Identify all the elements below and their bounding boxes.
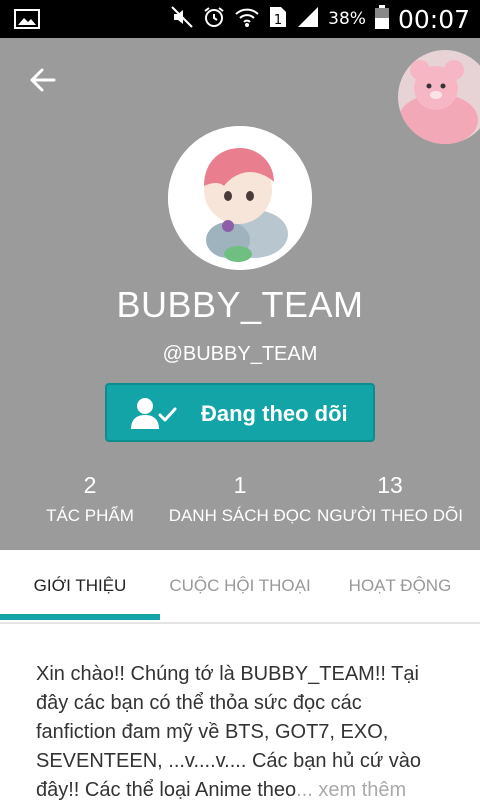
back-arrow-icon [28, 66, 56, 99]
stat-works-label: TÁC PHẨM [46, 506, 134, 525]
clock: 00:07 [397, 4, 470, 34]
stat-works-value: 2 [83, 472, 97, 498]
profile-header: BUBBY_TEAM @BUBBY_TEAM Đang theo dõi 2 T… [0, 38, 480, 550]
battery-percent: 38% [328, 9, 366, 29]
status-bar: 1 38% 00:07 [0, 0, 480, 38]
following-button-label: Đang theo dõi [201, 401, 348, 426]
stat-reading-list-label: DANH SÁCH ĐỌC [168, 506, 312, 525]
stat-followers-value: 13 [377, 472, 403, 498]
alarm-icon [202, 5, 226, 34]
profile-username: BUBBY_TEAM [116, 284, 364, 325]
current-user-avatar[interactable] [398, 50, 480, 144]
following-button[interactable]: Đang theo dõi [105, 383, 375, 442]
tab-about[interactable]: GIỚI THIỆU [0, 550, 160, 622]
sim-icon: 1 [268, 5, 288, 34]
stat-reading-list[interactable]: 1 DANH SÁCH ĐỌC [160, 472, 320, 526]
profile-avatar [168, 126, 312, 270]
stat-reading-list-value: 1 [233, 472, 247, 498]
svg-text:1: 1 [274, 13, 282, 28]
tabs-divider [0, 622, 480, 624]
tab-conversations[interactable]: CUỘC HỘI THOẠI [160, 550, 320, 622]
about-section: Xin chào!! Chúng tớ là BUBBY_TEAM!! Tại … [36, 660, 446, 800]
read-more-link[interactable]: ... xem thêm [296, 779, 406, 800]
tab-activity[interactable]: HOẠT ĐỘNG [320, 550, 480, 622]
battery-icon [374, 4, 390, 35]
stat-works[interactable]: 2 TÁC PHẨM [10, 472, 170, 526]
status-icons: 1 38% 00:07 [162, 0, 470, 38]
signal-icon [296, 5, 320, 34]
stat-followers-label: NGƯỜI THEO DÕI [317, 506, 463, 525]
back-button[interactable] [22, 62, 62, 102]
image-icon [14, 9, 40, 29]
wifi-icon [234, 5, 260, 34]
profile-handle: @BUBBY_TEAM [162, 343, 318, 365]
user-check-icon [131, 397, 177, 429]
mute-icon [170, 5, 194, 34]
stat-followers[interactable]: 13 NGƯỜI THEO DÕI [310, 472, 470, 526]
profile-tabs: GIỚI THIỆU CUỘC HỘI THOẠI HOẠT ĐỘNG [0, 550, 480, 622]
active-tab-indicator [0, 614, 160, 620]
